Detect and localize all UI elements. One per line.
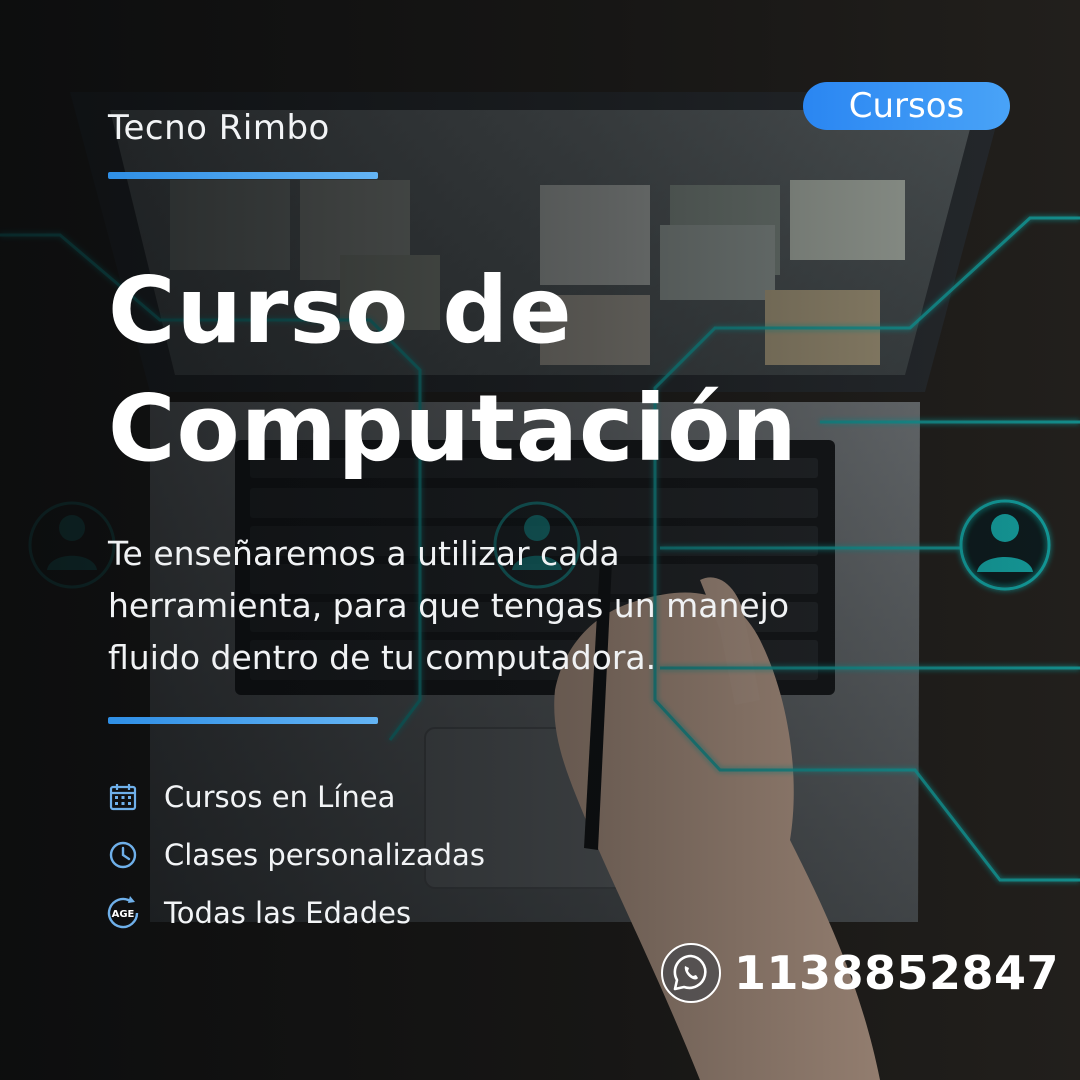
description: Te enseñaremos a utilizar cada herramien… (108, 528, 868, 684)
brand-name: Tecno Rimbo (108, 108, 330, 148)
headline-line-2: Computación (108, 375, 798, 482)
whatsapp-icon[interactable] (660, 942, 722, 1004)
phone-number[interactable]: 1138852847 (734, 946, 1059, 1000)
headline-line-1: Curso de (108, 257, 573, 364)
headline: Curso de Computación (108, 252, 798, 488)
description-line-2: herramienta, para que tengas un manejo (108, 586, 790, 625)
description-line-1: Te enseñaremos a utilizar cada (108, 534, 620, 573)
age-icon-text: AGE (112, 909, 135, 920)
age-icon: AGE (104, 894, 142, 932)
feature-item-online: Cursos en Línea (104, 768, 485, 826)
divider-top (108, 172, 378, 179)
contact-block: 1138852847 (660, 942, 1059, 1004)
category-badge-label: Cursos (848, 86, 965, 126)
category-badge: Cursos (803, 82, 1010, 130)
feature-list: Cursos en Línea Clases personalizadas AG… (104, 768, 485, 942)
description-line-3: fluido dentro de tu computadora. (108, 638, 657, 677)
feature-label: Cursos en Línea (164, 780, 396, 814)
course-poster: Tecno Rimbo Cursos Curso de Computación … (0, 0, 1080, 1080)
feature-label: Clases personalizadas (164, 838, 485, 872)
calendar-icon (104, 778, 142, 816)
feature-item-personalized: Clases personalizadas (104, 826, 485, 884)
feature-label: Todas las Edades (164, 896, 412, 930)
clock-icon (104, 836, 142, 874)
divider-middle (108, 717, 378, 724)
feature-item-all-ages: AGE Todas las Edades (104, 884, 485, 942)
